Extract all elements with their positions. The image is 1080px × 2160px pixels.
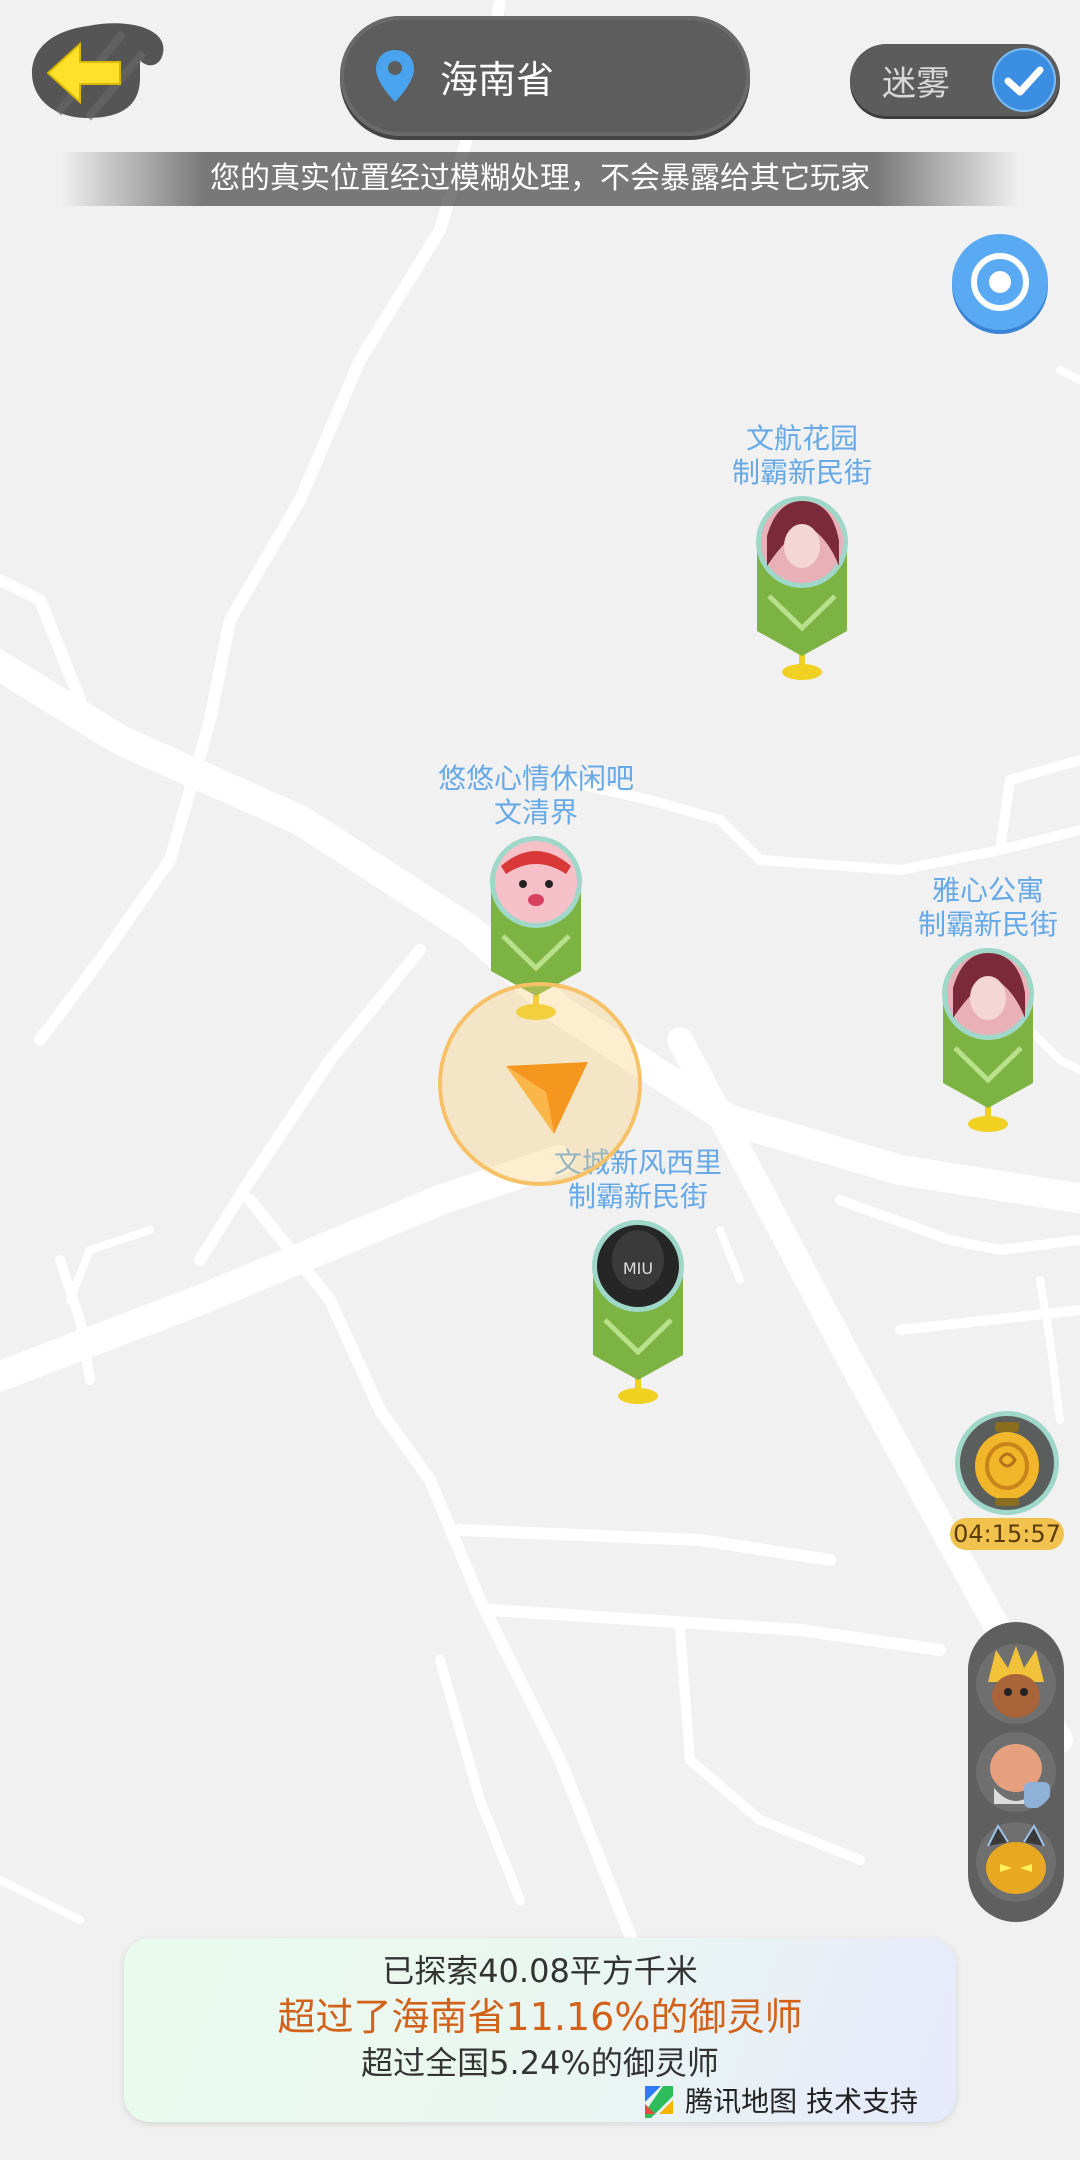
marker-area: 制霸新民街 — [731, 456, 872, 489]
national-rank-text: 超过全国5.24%的御灵师 — [361, 2044, 719, 2082]
map-marker[interactable]: 雅心公寓 制霸新民街 — [878, 874, 1080, 1138]
privacy-notice: 您的真实位置经过模糊处理，不会暴露给其它玩家 — [60, 152, 1020, 206]
marker-name: 文航花园 — [745, 422, 858, 455]
marker-name: 雅心公寓 — [931, 874, 1044, 907]
location-pin-icon — [376, 50, 414, 102]
player-position-marker — [438, 982, 642, 1186]
avatar-text: MIU — [623, 1259, 653, 1278]
marker-area: 文清界 — [493, 796, 578, 829]
character-panel — [968, 1622, 1064, 1922]
location-selector[interactable]: 海南省 — [340, 16, 750, 136]
character-pumpkin-cat[interactable] — [974, 1820, 1058, 1904]
back-button[interactable] — [28, 18, 168, 128]
lantern-event-button[interactable] — [952, 1408, 1062, 1518]
location-name: 海南省 — [440, 57, 555, 102]
marker-name: 悠悠心情休闲吧 — [437, 762, 634, 795]
fog-toggle-label: 迷雾 — [882, 64, 950, 104]
exploration-stats-card: 已探索40.08平方千米 超过了海南省11.16%的御灵师 超过全国5.24%的… — [124, 1938, 956, 2122]
character-lion-warrior[interactable] — [974, 1642, 1058, 1726]
marker-area: 制霸新民街 — [917, 908, 1058, 941]
province-rank-text: 超过了海南省11.16%的御灵师 — [277, 1995, 803, 2039]
map-attribution: 腾讯地图 技术支持 — [641, 2080, 918, 2120]
marker-pin — [756, 496, 848, 680]
tencent-map-logo-icon — [645, 2086, 674, 2118]
marker-pin: MIU — [592, 1220, 684, 1404]
marker-pin — [942, 948, 1034, 1132]
map-marker[interactable]: 文航花园 制霸新民街 — [692, 422, 912, 686]
attribution-text: 腾讯地图 技术支持 — [685, 2085, 918, 2118]
event-timer: 04:15:57 — [950, 1518, 1064, 1550]
fog-toggle[interactable]: 迷雾 — [850, 44, 1060, 116]
checkmark-icon — [992, 48, 1056, 112]
character-old-sage[interactable] — [974, 1730, 1058, 1814]
locate-me-button[interactable] — [948, 232, 1052, 336]
